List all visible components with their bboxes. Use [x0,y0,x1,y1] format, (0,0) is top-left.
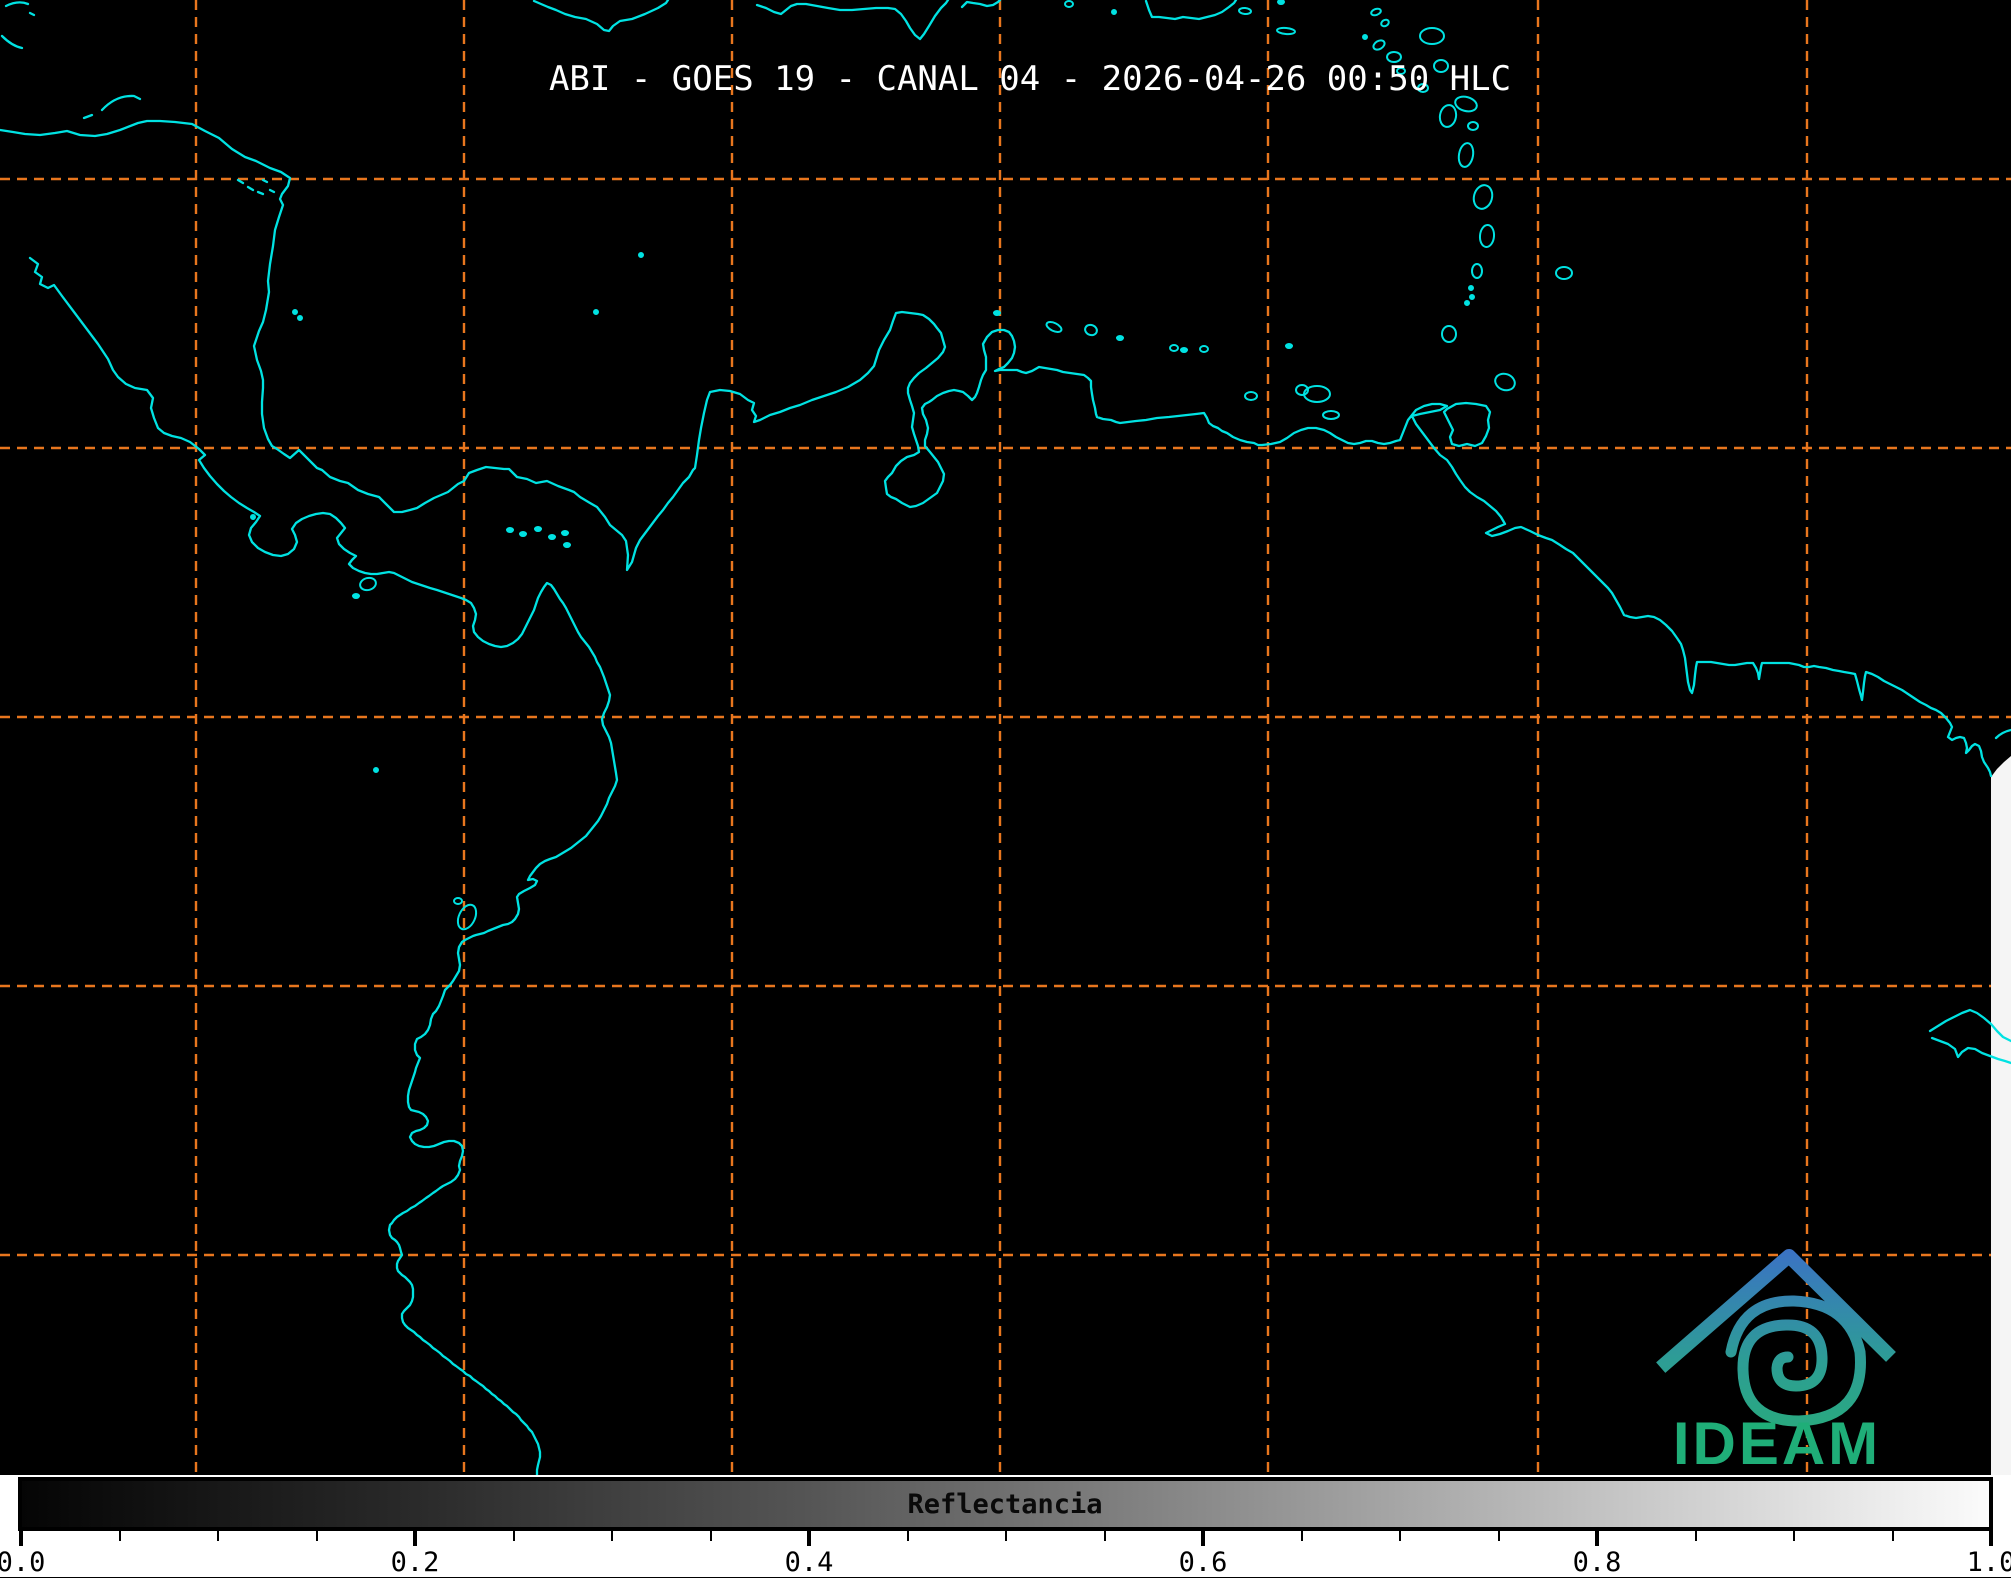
puna [456,903,478,931]
las-aves-1 [1116,335,1124,341]
pr-east-cay [1277,0,1285,5]
coche [1322,410,1340,420]
pearl-3 [534,526,542,532]
puna-n [453,897,463,905]
coiba [359,576,377,592]
colorbar-minor-tick [709,1531,712,1541]
martinique [1472,184,1494,210]
marie-galante [1467,121,1479,131]
corn-island-2 [297,315,303,321]
hispaniola-south-coast [755,0,1002,41]
sunlit-layer [1991,756,2011,1475]
right-edge-coast-bit [1994,728,2011,740]
colorbar-major-tick [1201,1531,1205,1546]
ideam-logo: IDEAM [1656,1249,1896,1475]
margarita [1303,385,1331,403]
colorbar-area: Reflectancia 0.0 0.2 0.4 0.6 0.8 1.0 [0,1475,2011,1578]
colorbar-minor-tick [906,1531,909,1541]
coastline-layer [0,0,2011,1475]
la-orchila [1199,345,1209,353]
image-title: ABI - GOES 19 - CANAL 04 - 2026-04-26 00… [548,59,1512,99]
colorbar-major-tick [1989,1531,1993,1546]
puerto-rico-south-coast [1144,0,1238,21]
vieques [1238,6,1252,16]
guadeloupe-w [1438,104,1458,128]
logo-wordmark: IDEAM [1673,1410,1881,1475]
grenada [1441,325,1457,343]
map-svg: IDEAM [0,0,2011,1475]
tick-label-3: 0.6 [1178,1547,1228,1578]
colorbar-minor-tick [611,1531,613,1541]
trinidad [1442,401,1492,448]
anguilla [1370,7,1382,17]
bonaire [1084,323,1098,337]
pacific-coast-central-america-to-peru [28,256,619,1475]
tobago [1494,372,1516,392]
pearl-4 [548,534,556,540]
mona [1064,0,1074,8]
tick-label-5: 1.0 [1966,1547,2011,1578]
colorbar-minor-tick [1005,1531,1007,1541]
st-croix [1276,26,1296,36]
colorbar-minor-tick [315,1531,318,1541]
colorbar-minor-tick [217,1531,219,1541]
colorbar-minor-tick [1793,1531,1795,1541]
tick-label-1: 0.2 [390,1547,440,1578]
islands-layer [250,0,1573,931]
colorbar-minor-tick [1300,1531,1303,1541]
barbuda [1419,27,1445,45]
dominica [1457,142,1475,168]
pearl-1 [506,527,514,533]
colorbar-major-tick [413,1531,417,1546]
satellite-image-viewer: { "title": { "text": "ABI - GOES 19 - CA… [0,0,2011,1578]
pearl-2 [519,531,527,537]
los-roques [1180,347,1188,353]
jamaica-south-coast [532,0,670,33]
colorbar-minor-tick [1891,1531,1894,1541]
grenadine-2 [1469,294,1475,300]
gorgona [373,767,379,773]
colorbar-major-tick [1595,1531,1599,1546]
small-cays-and-bay-islands [0,1,276,196]
pearl-6 [563,542,571,548]
la-tortuga [1244,391,1258,401]
st-lucia [1478,224,1496,248]
st-vincent [1471,263,1483,279]
satellite-map-canvas: IDEAM ABI - GOES 19 - CANAL 04 - 2026-04… [0,0,2011,1475]
colorbar-minor-tick [512,1531,515,1541]
san-andres [593,309,599,315]
tick-label-0: 0.0 [0,1547,46,1578]
grenadine-3 [1464,300,1470,306]
colorbar-major-tick [19,1531,23,1546]
colorbar-minor-tick [1694,1531,1697,1541]
cubagua [1285,343,1293,349]
colorbar-minor-tick [118,1531,121,1541]
colorbar-minor-tick [1399,1531,1401,1541]
mona-e [1111,9,1117,15]
montserrat [1372,39,1386,51]
tick-label-4: 0.8 [1572,1547,1622,1578]
colorbar-label: Reflectancia [907,1489,1103,1520]
aves-w [993,310,1001,316]
corn-island [292,309,298,315]
providencia [638,252,644,258]
coiba-s [352,593,360,599]
logo-spiral-icon [1725,1295,1866,1427]
tick-label-2: 0.4 [784,1547,834,1578]
curacao [1045,321,1063,333]
st-kitts [1380,18,1390,28]
barbados [1555,266,1573,280]
colorbar-minor-tick [1103,1531,1106,1541]
grenadine-1 [1468,285,1474,291]
las-aves-2 [1169,344,1179,352]
graticule-layer [0,0,2011,1475]
colorbar-major-tick [807,1531,811,1546]
nevis [1362,34,1368,40]
cano [250,514,256,520]
colorbar-minor-tick [1497,1531,1500,1541]
pearl-5 [561,530,569,536]
